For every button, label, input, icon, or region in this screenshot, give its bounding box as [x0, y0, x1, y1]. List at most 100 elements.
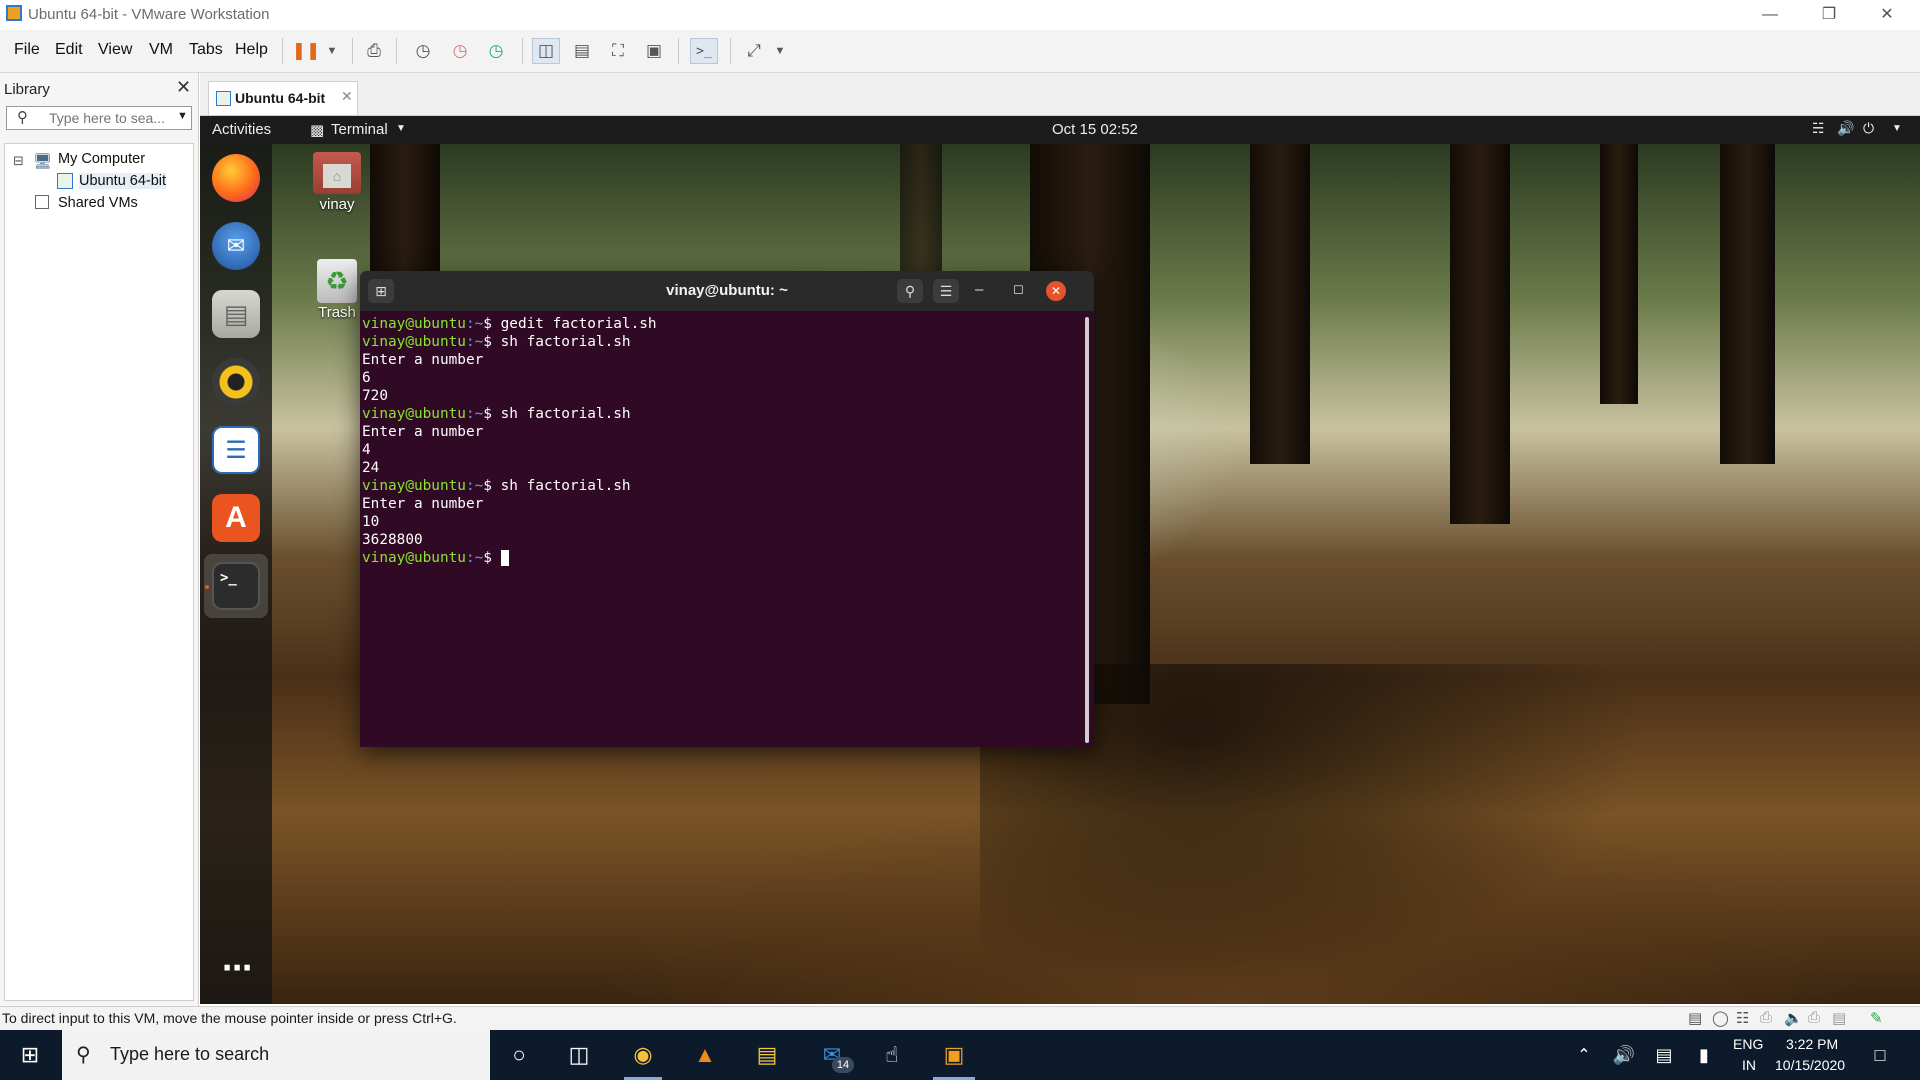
notifications-icon[interactable]: □ — [1864, 1039, 1896, 1071]
menu-tabs[interactable]: Tabs — [189, 41, 223, 59]
terminal-maximize-button[interactable]: ◻ — [1013, 281, 1024, 297]
status-text: To direct input to this VM, move the mou… — [2, 1010, 457, 1026]
full-screen-icon[interactable]: ⛶ — [604, 38, 632, 64]
chevron-down-icon[interactable]: ▼ — [396, 123, 406, 134]
chevron-down-icon[interactable]: ▼ — [1892, 123, 1902, 134]
hamburger-menu-icon[interactable]: ☰ — [933, 279, 959, 303]
menu-help[interactable]: Help — [235, 41, 268, 59]
libreoffice-writer-icon[interactable]: ☰ — [212, 426, 260, 474]
tree-item-my-computer[interactable]: My Computer — [58, 151, 145, 167]
thunderbird-icon[interactable]: ✉ — [212, 222, 260, 270]
terminal-path: :~ — [465, 316, 484, 332]
terminal-minimize-button[interactable]: – — [975, 281, 983, 298]
minimize-button[interactable]: — — [1747, 0, 1793, 30]
cortana-icon[interactable]: ○ — [503, 1039, 535, 1071]
network-adapter-icon[interactable]: ☷ — [1736, 1009, 1749, 1027]
library-panel: Library ✕ ⚲ ▼ ⊟ 🖥 My Computer Ubuntu 64-… — [0, 73, 199, 1009]
task-view-icon[interactable]: ◫ — [563, 1039, 595, 1071]
pause-icon[interactable]: ❚❚ — [292, 38, 321, 64]
ubuntu-software-icon[interactable]: A — [212, 494, 260, 542]
show-library-icon[interactable]: ◫ — [532, 38, 560, 64]
menu-edit[interactable]: Edit — [55, 41, 83, 59]
terminal-line: 6 — [362, 370, 371, 386]
clock[interactable]: Oct 15 02:52 — [1052, 121, 1138, 138]
send-ctrl-alt-del-icon[interactable]: ⎙ — [360, 38, 388, 64]
menu-file[interactable]: File — [14, 41, 40, 59]
taskbar-time[interactable]: 3:22 PM — [1786, 1036, 1838, 1052]
terminal-window[interactable]: ⊞ vinay@ubuntu: ~ ⚲ ☰ – ◻ ✕ vinay@ubuntu… — [360, 271, 1094, 747]
rhythmbox-icon[interactable] — [212, 358, 260, 406]
vlc-icon[interactable]: ▲ — [689, 1039, 721, 1071]
unity-icon[interactable]: ▣ — [640, 38, 668, 64]
tree-item-ubuntu[interactable]: Ubuntu 64-bit — [79, 173, 167, 189]
cd-dvd-icon[interactable]: ◯ — [1712, 1009, 1729, 1027]
network-icon[interactable]: ☵ — [1812, 120, 1825, 137]
library-search-input[interactable] — [47, 109, 171, 127]
taskbar-search[interactable]: ⚲ Type here to search — [62, 1030, 490, 1080]
tree-item-shared-vms[interactable]: Shared VMs — [58, 195, 138, 211]
mail-badge: 14 — [832, 1057, 854, 1073]
display-icon[interactable]: ▤ — [1832, 1009, 1846, 1027]
activities-button[interactable]: Activities — [212, 121, 271, 138]
language-indicator[interactable]: ENG — [1733, 1036, 1763, 1052]
terminal-output[interactable]: vinay@ubuntu:~$ gedit factorial.sh vinay@… — [362, 315, 1062, 735]
terminal-line: 720 — [362, 388, 388, 404]
toolbar-separator — [282, 38, 283, 64]
snapshot-icon[interactable]: ◷ — [409, 38, 437, 64]
firefox-icon[interactable] — [212, 154, 260, 202]
tab-close-icon[interactable]: ✕ — [341, 88, 353, 105]
vmware-taskbar-icon[interactable]: ▣ — [938, 1039, 970, 1071]
snapshot-manager-icon[interactable]: ◷ — [482, 38, 510, 64]
chrome-icon[interactable]: ◉ — [627, 1039, 659, 1071]
close-button[interactable]: ✕ — [1864, 0, 1910, 30]
power-icon[interactable]: ⏻ — [1863, 120, 1874, 137]
chevron-down-icon[interactable]: ▼ — [766, 38, 794, 64]
windows-start-icon[interactable]: ⊞ — [14, 1039, 46, 1071]
hard-disk-icon[interactable]: ▤ — [1688, 1009, 1702, 1027]
library-tree: ⊟ 🖥 My Computer Ubuntu 64-bit Shared VMs — [4, 143, 194, 1001]
menu-vm[interactable]: VM — [149, 41, 173, 59]
sound-card-icon[interactable]: 🔈 — [1784, 1009, 1803, 1027]
wallpaper-tree — [1250, 144, 1310, 464]
window-title: Ubuntu 64-bit - VMware Workstation — [28, 6, 270, 23]
files-icon[interactable]: ▤ — [212, 290, 260, 338]
tree-expander-icon[interactable]: ⊟ — [13, 153, 24, 169]
home-folder-icon[interactable]: ⌂ — [313, 152, 361, 194]
restore-button[interactable]: ❐ — [1806, 0, 1852, 30]
show-applications-icon[interactable]: ⋯ — [212, 944, 260, 992]
tab-ubuntu-64-bit[interactable]: Ubuntu 64-bit ✕ — [208, 81, 358, 115]
terminal-scrollbar[interactable] — [1085, 317, 1089, 743]
terminal-close-button[interactable]: ✕ — [1046, 281, 1066, 301]
chevron-down-icon[interactable]: ▼ — [318, 38, 346, 64]
terminal-line: Enter a number — [362, 496, 484, 512]
desktop-icon-vinay-label[interactable]: vinay — [297, 196, 377, 213]
vm-icon — [57, 173, 73, 189]
library-search[interactable]: ⚲ ▼ — [6, 106, 192, 130]
message-log-icon[interactable]: ✎ — [1870, 1009, 1883, 1027]
battery-icon[interactable]: ▮ — [1688, 1039, 1720, 1071]
revert-snapshot-icon[interactable]: ◷ — [446, 38, 474, 64]
menu-view[interactable]: View — [98, 41, 132, 59]
shared-vms-icon — [35, 195, 49, 209]
search-icon[interactable]: ⚲ — [897, 279, 923, 303]
app-menu-terminal[interactable]: Terminal — [331, 121, 388, 138]
library-close-icon[interactable]: ✕ — [176, 77, 191, 98]
language-region[interactable]: IN — [1742, 1057, 1756, 1073]
show-hidden-icons-icon[interactable]: ⌃ — [1568, 1039, 1600, 1071]
terminal-icon[interactable]: >_ — [212, 562, 260, 610]
thumbnail-bar-icon[interactable]: ▤ — [568, 38, 596, 64]
terminal-line: 3628800 — [362, 532, 423, 548]
console-view-icon[interactable]: >_ — [690, 38, 718, 64]
stretch-guest-icon[interactable]: ⤢ — [740, 38, 768, 64]
terminal-headerbar[interactable]: ⊞ vinay@ubuntu: ~ ⚲ ☰ – ◻ ✕ — [360, 271, 1094, 311]
file-explorer-icon[interactable]: ▤ — [751, 1039, 783, 1071]
printer-icon[interactable]: ⎙ — [1808, 1009, 1820, 1026]
touch-pointer-icon[interactable]: ☝ — [876, 1039, 908, 1071]
chevron-down-icon[interactable]: ▼ — [177, 110, 188, 122]
usb-icon[interactable]: ⎙ — [1760, 1009, 1772, 1026]
network-icon[interactable]: ▤ — [1648, 1039, 1680, 1071]
volume-icon[interactable]: 🔊 — [1837, 120, 1854, 137]
speaker-icon[interactable]: 🔊 — [1608, 1039, 1640, 1071]
taskbar-date[interactable]: 10/15/2020 — [1775, 1057, 1845, 1073]
trash-icon[interactable]: ♻ — [317, 259, 357, 303]
